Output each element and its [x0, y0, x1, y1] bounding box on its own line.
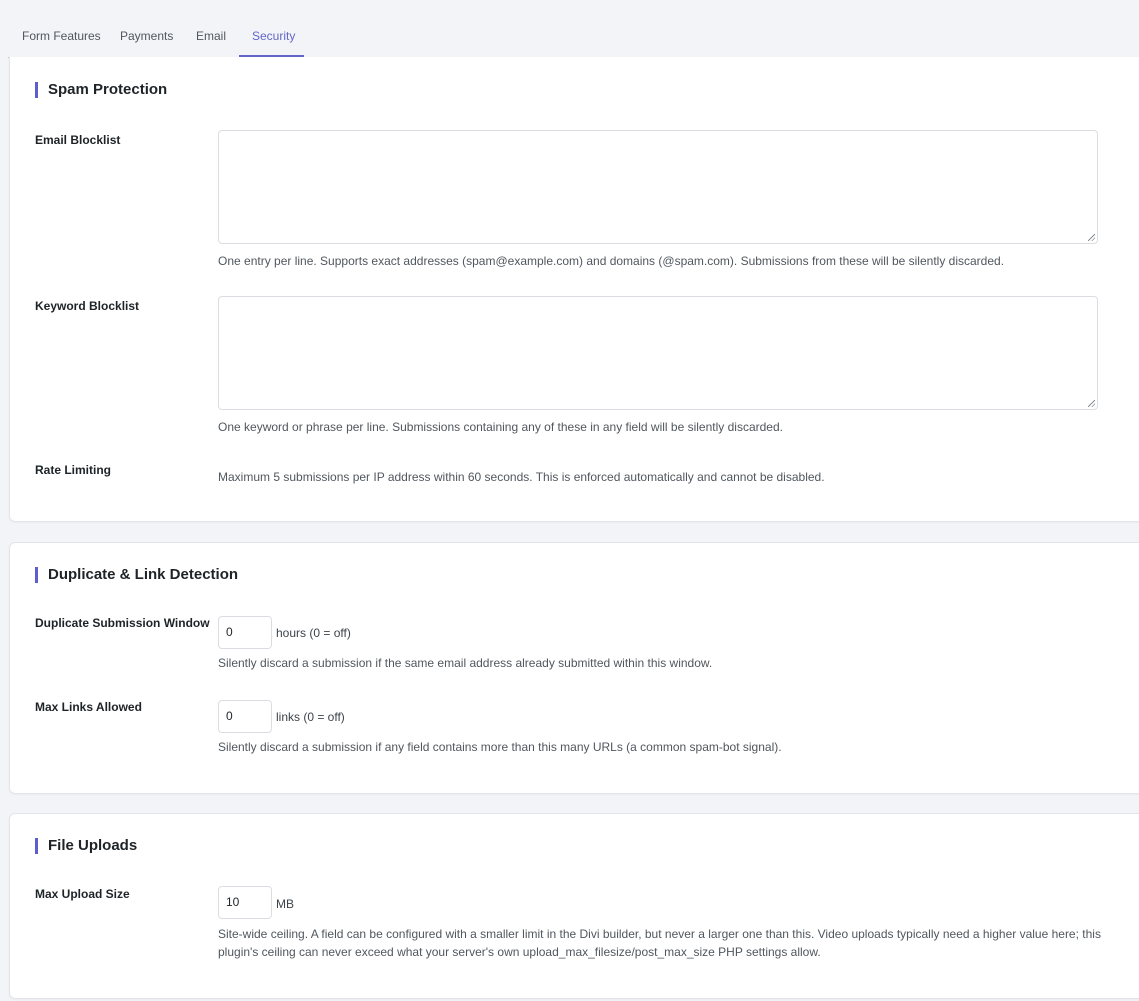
- max-upload-help-line-2: plugin's ceiling can never exceed what y…: [218, 945, 821, 959]
- settings-tabs: Form Features Payments Email Security: [8, 0, 1139, 58]
- tab-payments[interactable]: Payments: [106, 29, 187, 56]
- tab-form-features[interactable]: Form Features: [8, 29, 115, 56]
- duplicate-link-card: Duplicate & Link Detection Duplicate Sub…: [9, 542, 1139, 794]
- keyword-blocklist-help: One keyword or phrase per line. Submissi…: [218, 420, 783, 434]
- resize-handle-icon[interactable]: [1088, 400, 1095, 407]
- rate-limiting-label: Rate Limiting: [35, 463, 112, 477]
- email-blocklist-label: Email Blocklist: [35, 133, 121, 147]
- resize-handle-icon[interactable]: [1088, 234, 1095, 241]
- duplicate-window-help: Silently discard a submission if the sam…: [218, 656, 713, 670]
- max-links-unit: links (0 = off): [276, 710, 345, 724]
- keyword-blocklist-textarea[interactable]: [218, 296, 1098, 410]
- duplicate-window-input[interactable]: 0: [218, 616, 272, 649]
- max-links-help: Silently discard a submission if any fie…: [218, 740, 782, 754]
- duplicate-window-label: Duplicate Submission Window: [35, 616, 210, 630]
- max-links-input[interactable]: 0: [218, 700, 272, 733]
- section-title-duplicate-link: Duplicate & Link Detection: [35, 567, 238, 583]
- keyword-blocklist-label: Keyword Blocklist: [35, 299, 140, 313]
- section-title-spam-protection: Spam Protection: [35, 82, 167, 98]
- file-uploads-card: File Uploads Max Upload Size 10 MB Site-…: [9, 813, 1139, 999]
- max-upload-label: Max Upload Size: [35, 887, 130, 901]
- email-blocklist-help: One entry per line. Supports exact addre…: [218, 254, 1005, 268]
- section-title-file-uploads: File Uploads: [35, 838, 137, 854]
- tab-email[interactable]: Email: [182, 29, 240, 56]
- tab-security[interactable]: Security: [239, 29, 304, 57]
- max-upload-input[interactable]: 10: [218, 886, 272, 919]
- rate-limiting-help: Maximum 5 submissions per IP address wit…: [218, 470, 825, 484]
- duplicate-window-unit: hours (0 = off): [276, 626, 351, 640]
- max-upload-help-line-1: Site-wide ceiling. A field can be config…: [218, 927, 1101, 941]
- spam-protection-card: Spam Protection Email Blocklist One entr…: [9, 57, 1139, 522]
- email-blocklist-textarea[interactable]: [218, 130, 1098, 244]
- max-upload-unit: MB: [276, 897, 294, 911]
- max-links-label: Max Links Allowed: [35, 700, 142, 714]
